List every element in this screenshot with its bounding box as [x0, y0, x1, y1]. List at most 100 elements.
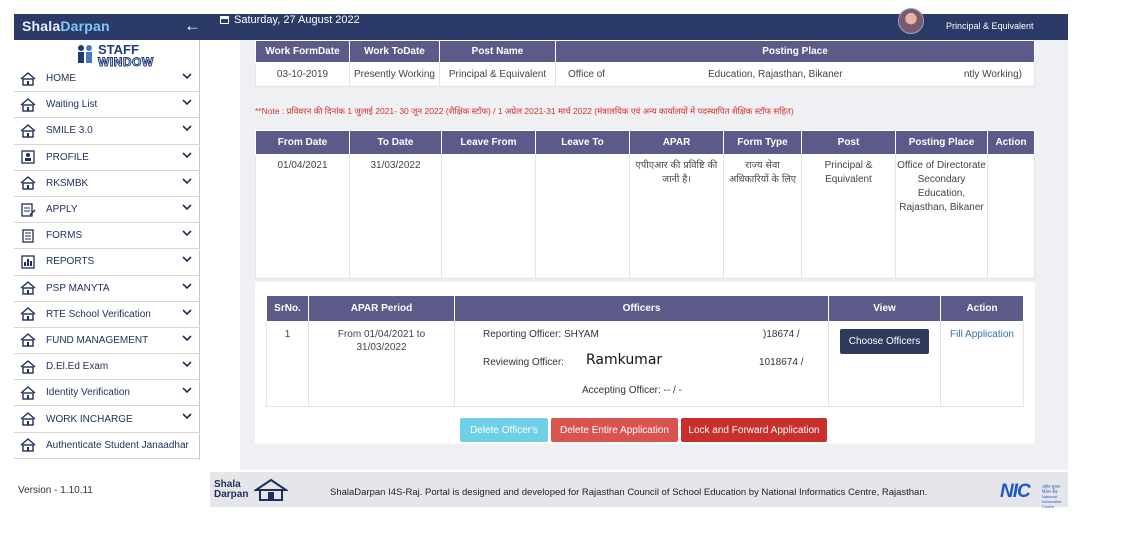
- work-to-cell: Presently Working: [349, 62, 440, 87]
- fill-application-link[interactable]: Fill Application: [950, 329, 1014, 340]
- home-icon: [20, 438, 36, 452]
- user-role[interactable]: Principal & Equivalent: [946, 21, 1034, 31]
- sidebar-item-label: Identity Verification: [46, 387, 130, 399]
- apar-period-cell: From 01/04/2021 to 31/03/2022: [308, 321, 455, 407]
- officers-table: SrNo. APAR Period Officers View Action 1…: [266, 295, 1024, 407]
- col-leave-to: Leave To: [535, 130, 630, 155]
- forms-icon: [20, 229, 36, 243]
- avatar[interactable]: [898, 8, 924, 34]
- sidebar-item-label: Authenticate Student Janaadhar: [46, 439, 189, 451]
- delete-application-button[interactable]: Delete Entire Application: [551, 418, 678, 442]
- chevron-down-icon[interactable]: [182, 203, 192, 214]
- sidebar-item[interactable]: PROFILE: [14, 145, 200, 171]
- action-cell: [987, 154, 1035, 279]
- posting-place-cell: Office of Directorate Secondary Educatio…: [895, 154, 988, 279]
- sidebar-item[interactable]: APPLY: [14, 197, 200, 224]
- footer: Shala Darpan ShalaDarpan I4S-Raj. Portal…: [210, 472, 1068, 509]
- footer-logo-text: Shala Darpan: [214, 480, 248, 500]
- reviewing-officer-name: Ramkumar: [586, 352, 663, 368]
- sidebar-item[interactable]: Identity Verification: [14, 380, 200, 407]
- brand-prefix: Shala: [22, 18, 61, 34]
- sidebar-item-label: APPLY: [46, 204, 78, 216]
- col-work-to: Work ToDate: [349, 40, 440, 63]
- reports-icon: [20, 255, 36, 269]
- footer-text: ShalaDarpan I4S-Raj. Portal is designed …: [330, 487, 928, 498]
- to-date-cell: 31/03/2022: [349, 154, 442, 279]
- sidebar-item[interactable]: WORK INCHARGE: [14, 406, 200, 433]
- version-label: Version - 1.10.11: [18, 485, 93, 496]
- sidebar-item[interactable]: Authenticate Student Janaadhar: [14, 433, 200, 459]
- chevron-down-icon[interactable]: [182, 177, 192, 188]
- table-row: 03-10-2019 Presently Working Principal &…: [255, 62, 1035, 87]
- staff-figure-icon: [78, 45, 92, 63]
- from-date-cell: 01/04/2021: [255, 154, 350, 279]
- back-arrow-icon[interactable]: ←: [184, 16, 201, 36]
- chevron-down-icon[interactable]: [182, 360, 192, 371]
- col-from-date: From Date: [255, 130, 350, 155]
- reviewing-officer-id: 1018674 /: [759, 357, 804, 368]
- sidebar-item[interactable]: Waiting List: [14, 92, 200, 119]
- chevron-down-icon[interactable]: [182, 334, 192, 345]
- sidebar-item[interactable]: FUND MANAGEMENT: [14, 328, 200, 355]
- sidebar-item[interactable]: RTE School Verification: [14, 302, 200, 328]
- sidebar-item-label: HOME: [46, 73, 76, 85]
- header-date: Saturday, 27 August 2022: [220, 14, 360, 26]
- post-name-cell: Principal & Equivalent: [439, 62, 556, 87]
- col-form-type: Form Type: [723, 130, 802, 155]
- sidebar-item-label: PSP MANYTA: [46, 282, 110, 294]
- work-from-cell: 03-10-2019: [255, 62, 350, 87]
- date-text: Saturday, 27 August 2022: [234, 14, 360, 26]
- officers-table-header: SrNo. APAR Period Officers View Action: [266, 295, 1024, 322]
- sidebar-item-label: Waiting List: [46, 99, 98, 111]
- choose-officers-button[interactable]: Choose Officers: [839, 329, 930, 354]
- chevron-down-icon[interactable]: [182, 386, 192, 397]
- home-icon: [20, 385, 36, 400]
- chevron-down-icon[interactable]: [182, 98, 192, 109]
- school-icon: [254, 478, 288, 501]
- accepting-officer: Accepting Officer: -- / -: [582, 385, 682, 396]
- nic-subtitle: राष्ट्रीय सूचना विज्ञान केंद्र National …: [1042, 484, 1062, 509]
- sidebar-item[interactable]: HOME: [14, 66, 200, 93]
- chevron-down-icon[interactable]: [182, 229, 192, 240]
- sidebar-item-label: SMILE 3.0: [46, 125, 93, 137]
- home-icon: [20, 124, 36, 138]
- action-cell: Fill Application: [940, 321, 1024, 407]
- home-icon: [20, 97, 36, 112]
- place-part-b: Education, Rajasthan, Bikaner: [708, 69, 843, 80]
- col-leave-from: Leave From: [441, 130, 536, 155]
- lock-forward-button[interactable]: Lock and Forward Application: [681, 418, 827, 442]
- sidebar-item[interactable]: REPORTS: [14, 249, 200, 276]
- chevron-down-icon[interactable]: [182, 282, 192, 293]
- brand-suffix: Darpan: [60, 18, 110, 34]
- home-icon: [20, 71, 36, 86]
- chevron-down-icon[interactable]: [182, 255, 192, 266]
- home-icon: [20, 307, 36, 321]
- chevron-down-icon[interactable]: [182, 412, 192, 423]
- view-cell: Choose Officers: [828, 321, 941, 407]
- apar-table-header: From Date To Date Leave From Leave To AP…: [255, 130, 1035, 155]
- work-table: Work FormDate Work ToDate Post Name Post…: [255, 40, 1035, 87]
- page: ShalaDarpan ← Saturday, 27 August 2022 P…: [0, 0, 1124, 541]
- col-view: View: [828, 295, 941, 322]
- chevron-down-icon[interactable]: [182, 124, 192, 135]
- chevron-down-icon[interactable]: [182, 72, 192, 83]
- sidebar-item[interactable]: PSP MANYTA: [14, 276, 200, 302]
- brand-logo[interactable]: ShalaDarpan: [22, 18, 110, 34]
- sidebar-item[interactable]: SMILE 3.0: [14, 118, 200, 145]
- top-header: ShalaDarpan ← Saturday, 27 August 2022 P…: [14, 8, 1068, 40]
- chevron-down-icon[interactable]: [182, 308, 192, 319]
- sidebar-item[interactable]: D.El.Ed Exam: [14, 354, 200, 381]
- chevron-down-icon[interactable]: [182, 151, 192, 162]
- home-icon: [20, 281, 36, 295]
- sidebar-item[interactable]: FORMS: [14, 223, 200, 250]
- apply-icon: [20, 202, 36, 217]
- srno-cell: 1: [266, 321, 309, 407]
- home-icon: [20, 412, 36, 426]
- delete-officers-button[interactable]: Delete Officer's: [460, 418, 548, 442]
- col-post: Post: [801, 130, 896, 155]
- col-post-name: Post Name: [439, 40, 556, 63]
- sidebar-item[interactable]: RKSMBK: [14, 171, 200, 197]
- apar-table: From Date To Date Leave From Leave To AP…: [255, 130, 1035, 279]
- footer-logo-line2: Darpan: [214, 489, 249, 500]
- place-part-a: Office of: [568, 69, 606, 80]
